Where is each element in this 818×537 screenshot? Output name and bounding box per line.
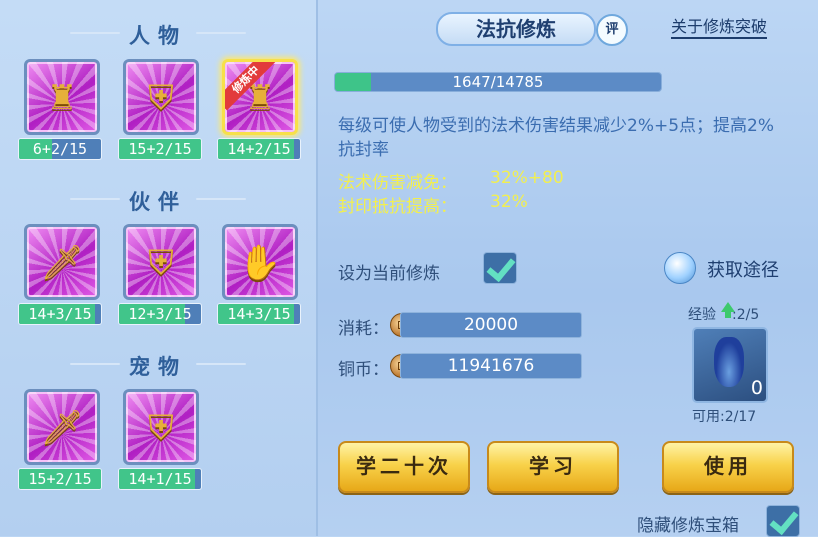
skill-level-pet-1: 15+2/15	[18, 468, 102, 490]
claw-lion-icon: ✋	[238, 243, 282, 284]
skill-tile-character-3[interactable]: ♜ 修炼中	[222, 59, 298, 135]
section-title-character: 人物	[0, 20, 316, 50]
arrow-up-icon	[721, 302, 735, 318]
skill-title: 法抗修炼	[436, 12, 596, 46]
skill-tile-partner-1[interactable]: 🗡	[24, 224, 100, 300]
available-count: 可用:2/17	[692, 409, 757, 425]
copper-value: 11941676	[400, 353, 582, 379]
skill-tile-character-1[interactable]: ♜	[24, 59, 100, 135]
skill-level-partner-2: 12+3/15	[118, 303, 202, 325]
section-title-pet: 宠物	[0, 351, 316, 381]
item-count: 0	[750, 377, 763, 399]
learn-button[interactable]: 学习	[487, 441, 619, 493]
learn-twenty-button[interactable]: 学二十次	[338, 441, 470, 493]
set-current-label: 设为当前修炼	[338, 264, 440, 284]
skill-level-partner-3: 14+3/15	[217, 303, 301, 325]
skill-tile-pet-2[interactable]: ⛨	[123, 389, 199, 465]
cost-label: 消耗：	[338, 319, 389, 339]
copper-label: 铜币：	[338, 360, 389, 380]
exp-item-slot[interactable]: 0	[692, 327, 768, 403]
rating-badge[interactable]: 评	[596, 14, 628, 46]
use-button[interactable]: 使用	[662, 441, 794, 493]
skill-level-pet-2: 14+1/15	[118, 468, 202, 490]
vase-icon	[714, 337, 744, 387]
sword-cat-icon: 🗡	[40, 408, 84, 449]
hidden-chest-checkbox[interactable]	[766, 505, 800, 537]
shield-cat-icon: ⛨	[148, 408, 174, 449]
skill-tile-partner-3[interactable]: ✋	[222, 224, 298, 300]
section-title-partner: 伙伴	[0, 186, 316, 216]
golden-shield-warrior-icon: ⛨	[148, 78, 174, 119]
book-icon[interactable]	[664, 252, 696, 284]
skill-level-character-1: 6+2/15	[18, 138, 102, 160]
skill-level-character-3: 14+2/15	[217, 138, 301, 160]
experience-progress-bar: 1647/14785	[334, 72, 662, 92]
sword-lion-icon: 🗡	[40, 243, 84, 284]
set-current-checkbox[interactable]	[483, 252, 517, 284]
stat-seal-resistance: 封印抵抗提高： 32%	[338, 192, 528, 217]
shield-lion-icon: ⛨	[148, 243, 174, 284]
skill-tile-character-2[interactable]: ⛨	[123, 59, 199, 135]
skill-description: 每级可使人物受到的法术伤害结果减少2%+5点；提高2%抗封率	[338, 116, 774, 160]
stat-magic-reduction: 法术伤害减免： 32%+80	[338, 168, 564, 193]
skill-level-partner-1: 14+3/15	[18, 303, 102, 325]
get-path-link[interactable]: 获取途径	[707, 256, 779, 282]
hidden-chest-label: 隐藏修炼宝箱	[637, 516, 739, 536]
skill-tile-pet-1[interactable]: 🗡	[24, 389, 100, 465]
cost-value: 20000	[400, 312, 582, 338]
cultivation-list-panel: 人物 ♜ ⛨ ♜ 修炼中 6+2/15 15+2/15 14+2/15 伙伴 🗡…	[0, 0, 318, 536]
skill-level-character-2: 15+2/15	[118, 138, 202, 160]
skill-tile-partner-2[interactable]: ⛨	[123, 224, 199, 300]
breakthrough-info-link[interactable]: 关于修炼突破	[671, 17, 768, 39]
golden-armor-burst-icon: ♜	[46, 78, 78, 119]
